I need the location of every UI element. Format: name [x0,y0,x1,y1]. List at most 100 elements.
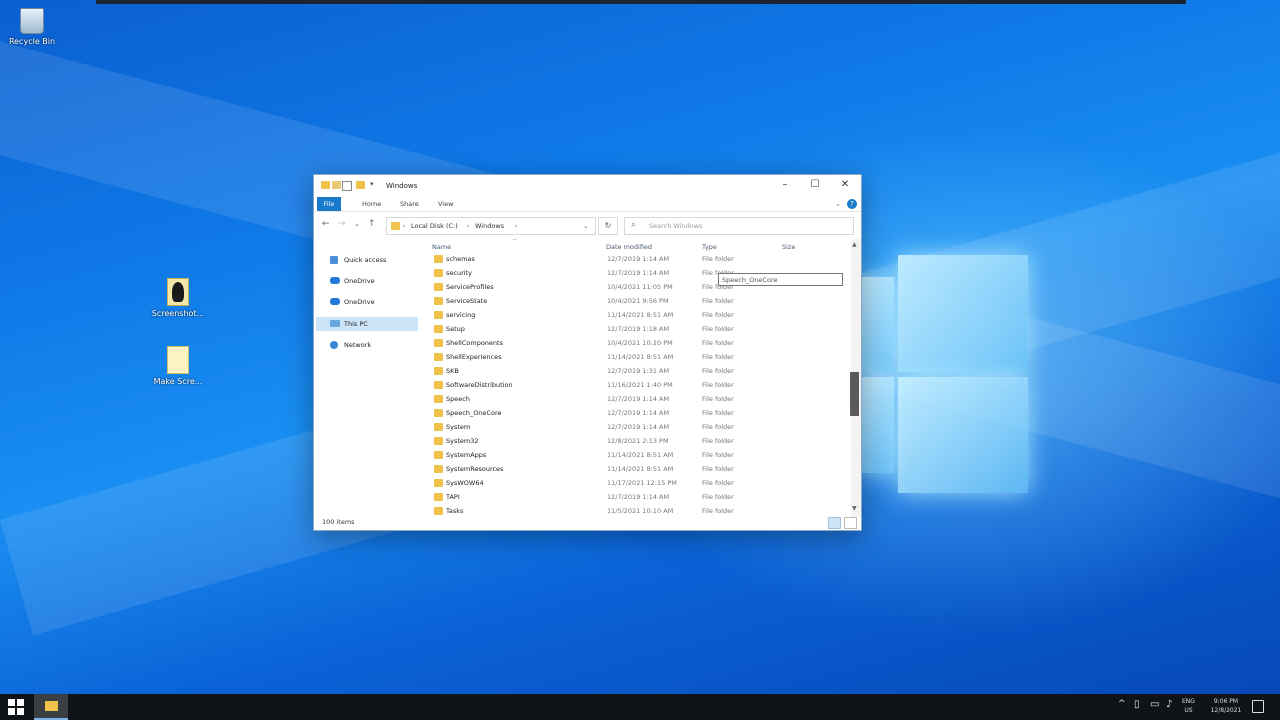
file-row[interactable]: ShellExperiences 11/14/2021 8:51 AM File f… [424,350,851,364]
file-row[interactable]: ServiceState 10/4/2021 9:56 PM File folder [424,294,851,308]
breadcrumb-windows[interactable]: Windows [475,222,504,230]
clock[interactable]: 9:06 PM 12/8/2021 [1208,697,1244,715]
checkbox-icon[interactable] [342,181,352,191]
file-row[interactable]: SoftwareDistribution 11/16/2021 1:40 PM Fi… [424,378,851,392]
large-icons-view-icon[interactable] [844,517,857,529]
start-button[interactable] [8,699,24,715]
file-row[interactable]: SysWOW64 11/17/2021 12:15 PM File folder [424,476,851,490]
help-icon[interactable]: ? [847,199,857,209]
recent-locations-icon[interactable]: ⌄ [354,220,360,228]
file-row[interactable]: SKB 12/7/2019 1:31 AM File folder [424,364,851,378]
properties-icon[interactable] [332,181,341,189]
title-bar[interactable]: ▾ Windows – ☐ ✕ [314,175,861,197]
nav-item-quick-access[interactable]: Quick access [316,253,418,267]
nav-item-onedrive[interactable]: OneDrive [316,274,418,288]
file-name: security [446,269,472,277]
file-row[interactable]: schemas 12/7/2019 1:14 AM File folder [424,252,851,266]
notifications-icon[interactable] [1252,700,1264,713]
address-bar[interactable]: › Local Disk (C:) › Windows › ⌄ [386,217,596,235]
taskbar: ^ ▯ ▭ ♪ ENG US 9:06 PM 12/8/2021 [0,694,1280,720]
column-header-date[interactable]: Date modified [606,243,652,251]
new-folder-icon[interactable] [356,181,365,189]
file-row[interactable]: Speech_OneCore 12/7/2019 1:14 AM File fold… [424,406,851,420]
minimize-button[interactable]: – [770,175,800,195]
column-header-type[interactable]: Type [702,243,717,251]
clock-time: 9:06 PM [1213,698,1239,705]
file-name: SysWOW64 [446,479,484,487]
file-row[interactable]: System32 12/8/2021 2:13 PM File folder [424,434,851,448]
file-name: schemas [446,255,475,263]
nav-item-onedrive[interactable]: OneDrive [316,295,418,309]
nav-item-network[interactable]: Network [316,338,418,352]
taskbar-file-explorer-button[interactable] [34,694,68,720]
scroll-up-icon[interactable]: ▲ [852,241,857,248]
file-name: SKB [446,367,459,375]
file-type: File folder [702,479,734,487]
nav-item-label: Quick access [344,256,387,264]
address-dropdown-icon[interactable]: ⌄ [583,222,588,230]
document-desktop-icon[interactable]: Make Scre... [146,346,210,386]
tooltip: Speech_OneCore [718,273,843,286]
file-row[interactable]: servicing 11/14/2021 8:51 AM File folder [424,308,851,322]
file-name: ShellExperiences [446,353,502,361]
file-type: File folder [702,465,734,473]
chevron-right-icon[interactable]: › [515,222,518,230]
breadcrumb-local-disk[interactable]: Local Disk (C:) [411,222,458,230]
file-row[interactable]: ShellComponents 10/4/2021 10:20 PM File fo… [424,336,851,350]
show-hidden-icons-icon[interactable]: ^ [1118,699,1126,709]
window-resize-handle[interactable] [850,372,859,416]
tab-share[interactable]: Share [394,197,425,211]
search-input[interactable]: ⌕ Search Windows [624,217,854,235]
folder-icon [434,269,443,277]
folder-icon [434,325,443,333]
battery-icon[interactable]: ▯ [1134,699,1140,710]
recycle-bin-icon [20,8,44,34]
volume-icon[interactable]: ♪ [1166,699,1172,710]
file-row[interactable]: Tasks 11/5/2021 10:10 AM File folder [424,504,851,515]
windows-logo-icon [8,699,15,706]
refresh-icon[interactable]: ↻ [598,217,618,235]
file-type: File folder [702,367,734,375]
file-row[interactable]: Setup 12/7/2019 1:18 AM File folder [424,322,851,336]
tab-home[interactable]: Home [356,197,387,211]
file-name: Tasks [446,507,464,515]
folder-icon [434,465,443,473]
folder-icon [434,353,443,361]
scroll-down-icon[interactable]: ▼ [852,505,857,512]
forward-arrow-icon[interactable]: → [338,219,346,229]
expand-ribbon-icon[interactable]: ⌄ [835,200,841,208]
date-modified: 12/7/2019 1:18 AM [607,325,670,333]
file-name: ServiceProfiles [446,283,494,291]
navigation-pane: Quick access OneDrive OneDrive This PC N… [314,241,422,515]
chevron-right-icon[interactable]: › [403,222,406,230]
network-icon[interactable]: ▭ [1150,699,1159,710]
date-modified: 12/7/2019 1:14 AM [607,493,670,501]
up-arrow-icon[interactable]: ↑ [368,219,376,229]
file-row[interactable]: SystemApps 11/14/2021 8:51 AM File folder [424,448,851,462]
nav-item-label: Network [344,341,372,349]
column-header-size[interactable]: Size [782,243,795,251]
file-name: Speech_OneCore [446,409,502,417]
quick-access-dropdown-icon[interactable]: ▾ [370,180,374,188]
close-button[interactable]: ✕ [830,175,860,195]
input-language[interactable]: ENG US [1182,697,1195,715]
date-modified: 11/14/2021 8:51 AM [607,451,674,459]
file-row[interactable]: Speech 12/7/2019 1:14 AM File folder [424,392,851,406]
nav-item-this-pc[interactable]: This PC [316,317,418,331]
screenshot-desktop-icon[interactable]: Screenshot... [146,278,210,318]
file-name: Setup [446,325,465,333]
file-name: ShellComponents [446,339,503,347]
back-arrow-icon[interactable]: ← [322,219,330,229]
file-row[interactable]: SystemResources 11/14/2021 8:51 AM File fo… [424,462,851,476]
recycle-bin-desktop-icon[interactable]: Recycle Bin [0,8,64,46]
chevron-right-icon[interactable]: › [467,222,470,230]
maximize-button[interactable]: ☐ [800,175,830,195]
details-view-icon[interactable] [828,517,841,529]
file-row[interactable]: System 12/7/2019 1:14 AM File folder [424,420,851,434]
column-header-name[interactable]: Name [432,243,451,251]
desktop-icon-label: Screenshot... [151,309,205,318]
nav-item-label: OneDrive [344,277,375,285]
file-row[interactable]: TAPI 12/7/2019 1:14 AM File folder [424,490,851,504]
tab-file[interactable]: File [317,197,341,211]
tab-view[interactable]: View [432,197,459,211]
